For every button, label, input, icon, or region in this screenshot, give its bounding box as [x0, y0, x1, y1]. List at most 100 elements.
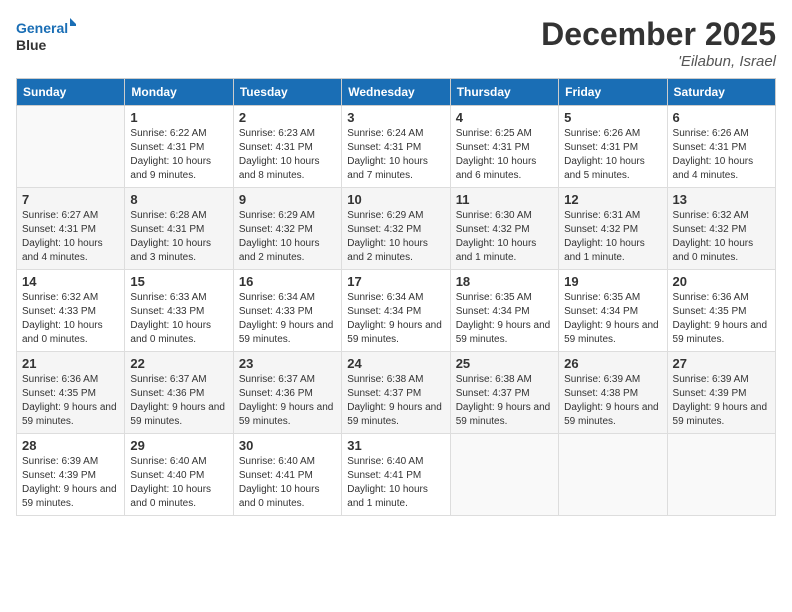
day-number: 16 — [239, 274, 336, 289]
day-number: 13 — [673, 192, 770, 207]
day-number: 9 — [239, 192, 336, 207]
day-info: Sunrise: 6:40 AM Sunset: 4:41 PM Dayligh… — [239, 455, 336, 511]
day-info: Sunrise: 6:22 AM Sunset: 4:31 PM Dayligh… — [130, 127, 227, 183]
day-number: 3 — [347, 110, 444, 125]
calendar-cell: 19Sunrise: 6:35 AM Sunset: 4:34 PM Dayli… — [559, 270, 667, 352]
calendar-cell: 29 Sunrise: 6:40 AM Sunset: 4:40 PM Dayli… — [125, 434, 233, 516]
calendar-cell — [667, 434, 775, 516]
day-info: Sunrise: 6:40 AM Sunset: 4:40 PM Dayligh… — [130, 455, 227, 511]
day-info: Sunrise: 6:34 AM Sunset: 4:34 PM Dayligh… — [347, 291, 444, 347]
calendar-cell: 24Sunrise: 6:38 AM Sunset: 4:37 PM Dayli… — [342, 352, 450, 434]
day-number: 17 — [347, 274, 444, 289]
day-info: Sunrise: 6:26 AM Sunset: 4:31 PM Dayligh… — [564, 127, 661, 183]
calendar-cell: 16 Sunrise: 6:34 AM Sunset: 4:33 PM Dayli… — [233, 270, 341, 352]
day-number: 23 — [239, 356, 336, 371]
calendar-cell — [450, 434, 558, 516]
day-info: Sunrise: 6:29 AM Sunset: 4:32 PM Dayligh… — [347, 209, 444, 265]
day-number: 14 — [22, 274, 119, 289]
calendar-cell: 11 Sunrise: 6:30 AM Sunset: 4:32 PM Dayli… — [450, 188, 558, 270]
day-number: 26 — [564, 356, 661, 371]
calendar-cell: 21 Sunrise: 6:36 AM Sunset: 4:35 PM Dayli… — [17, 352, 125, 434]
calendar-cell: 15 Sunrise: 6:33 AM Sunset: 4:33 PM Dayli… — [125, 270, 233, 352]
day-info: Sunrise: 6:26 AM Sunset: 4:31 PM Dayligh… — [673, 127, 770, 183]
day-info: Sunrise: 6:28 AM Sunset: 4:31 PM Dayligh… — [130, 209, 227, 265]
day-number: 20 — [673, 274, 770, 289]
weekday-header-wednesday: Wednesday — [342, 79, 450, 106]
calendar-cell: 10 Sunrise: 6:29 AM Sunset: 4:32 PM Dayli… — [342, 188, 450, 270]
weekday-header-tuesday: Tuesday — [233, 79, 341, 106]
day-number: 29 — [130, 438, 227, 453]
calendar-cell: 25Sunrise: 6:38 AM Sunset: 4:37 PM Dayli… — [450, 352, 558, 434]
day-info: Sunrise: 6:33 AM Sunset: 4:33 PM Dayligh… — [130, 291, 227, 347]
calendar-cell: 5 Sunrise: 6:26 AM Sunset: 4:31 PM Daylig… — [559, 106, 667, 188]
calendar-cell: 28Sunrise: 6:39 AM Sunset: 4:39 PM Dayli… — [17, 434, 125, 516]
title-block: December 2025 'Eilabun, Israel — [541, 16, 776, 70]
day-number: 15 — [130, 274, 227, 289]
day-info: Sunrise: 6:36 AM Sunset: 4:35 PM Dayligh… — [22, 373, 119, 429]
calendar-cell: 14 Sunrise: 6:32 AM Sunset: 4:33 PM Dayli… — [17, 270, 125, 352]
weekday-header-sunday: Sunday — [17, 79, 125, 106]
week-row-1: 1 Sunrise: 6:22 AM Sunset: 4:31 PM Daylig… — [17, 106, 776, 188]
calendar-cell: 6 Sunrise: 6:26 AM Sunset: 4:31 PM Daylig… — [667, 106, 775, 188]
calendar-cell: 12Sunrise: 6:31 AM Sunset: 4:32 PM Dayli… — [559, 188, 667, 270]
day-number: 25 — [456, 356, 553, 371]
calendar-cell: 23 Sunrise: 6:37 AM Sunset: 4:36 PM Dayli… — [233, 352, 341, 434]
day-number: 10 — [347, 192, 444, 207]
day-number: 8 — [130, 192, 227, 207]
calendar-cell: 9 Sunrise: 6:29 AM Sunset: 4:32 PM Daylig… — [233, 188, 341, 270]
day-number: 21 — [22, 356, 119, 371]
day-info: Sunrise: 6:34 AM Sunset: 4:33 PM Dayligh… — [239, 291, 336, 347]
day-number: 11 — [456, 192, 553, 207]
calendar-cell: 4 Sunrise: 6:25 AM Sunset: 4:31 PM Daylig… — [450, 106, 558, 188]
calendar-cell: 18 Sunrise: 6:35 AM Sunset: 4:34 PM Dayli… — [450, 270, 558, 352]
location: 'Eilabun, Israel — [541, 53, 776, 70]
calendar-cell: 30 Sunrise: 6:40 AM Sunset: 4:41 PM Dayli… — [233, 434, 341, 516]
day-info: Sunrise: 6:25 AM Sunset: 4:31 PM Dayligh… — [456, 127, 553, 183]
calendar-cell: 31 Sunrise: 6:40 AM Sunset: 4:41 PM Dayli… — [342, 434, 450, 516]
day-number: 6 — [673, 110, 770, 125]
day-info: Sunrise: 6:30 AM Sunset: 4:32 PM Dayligh… — [456, 209, 553, 265]
day-number: 27 — [673, 356, 770, 371]
weekday-header-saturday: Saturday — [667, 79, 775, 106]
day-info: Sunrise: 6:24 AM Sunset: 4:31 PM Dayligh… — [347, 127, 444, 183]
day-number: 22 — [130, 356, 227, 371]
month-title: December 2025 — [541, 16, 776, 53]
week-row-2: 7Sunrise: 6:27 AM Sunset: 4:31 PM Daylig… — [17, 188, 776, 270]
calendar-cell: 26Sunrise: 6:39 AM Sunset: 4:38 PM Dayli… — [559, 352, 667, 434]
day-number: 31 — [347, 438, 444, 453]
calendar-cell: 1 Sunrise: 6:22 AM Sunset: 4:31 PM Daylig… — [125, 106, 233, 188]
logo: General Blue — [16, 16, 76, 54]
day-number: 30 — [239, 438, 336, 453]
day-info: Sunrise: 6:37 AM Sunset: 4:36 PM Dayligh… — [130, 373, 227, 429]
day-number: 18 — [456, 274, 553, 289]
weekday-header-monday: Monday — [125, 79, 233, 106]
svg-text:General: General — [16, 20, 68, 36]
day-info: Sunrise: 6:36 AM Sunset: 4:35 PM Dayligh… — [673, 291, 770, 347]
calendar-cell: 2Sunrise: 6:23 AM Sunset: 4:31 PM Daylig… — [233, 106, 341, 188]
calendar-cell — [17, 106, 125, 188]
day-info: Sunrise: 6:40 AM Sunset: 4:41 PM Dayligh… — [347, 455, 444, 511]
day-number: 5 — [564, 110, 661, 125]
day-info: Sunrise: 6:39 AM Sunset: 4:39 PM Dayligh… — [673, 373, 770, 429]
day-info: Sunrise: 6:35 AM Sunset: 4:34 PM Dayligh… — [456, 291, 553, 347]
calendar-cell: 22 Sunrise: 6:37 AM Sunset: 4:36 PM Dayli… — [125, 352, 233, 434]
week-row-4: 21 Sunrise: 6:36 AM Sunset: 4:35 PM Dayli… — [17, 352, 776, 434]
page-header: General Blue December 2025 'Eilabun, Isr… — [16, 16, 776, 70]
calendar-cell: 7Sunrise: 6:27 AM Sunset: 4:31 PM Daylig… — [17, 188, 125, 270]
calendar-cell: 13 Sunrise: 6:32 AM Sunset: 4:32 PM Dayli… — [667, 188, 775, 270]
logo-svg: General Blue — [16, 16, 76, 54]
day-info: Sunrise: 6:29 AM Sunset: 4:32 PM Dayligh… — [239, 209, 336, 265]
day-info: Sunrise: 6:39 AM Sunset: 4:39 PM Dayligh… — [22, 455, 119, 511]
calendar-cell: 27 Sunrise: 6:39 AM Sunset: 4:39 PM Dayli… — [667, 352, 775, 434]
day-info: Sunrise: 6:32 AM Sunset: 4:32 PM Dayligh… — [673, 209, 770, 265]
weekday-header-row: SundayMondayTuesdayWednesdayThursdayFrid… — [17, 79, 776, 106]
week-row-3: 14 Sunrise: 6:32 AM Sunset: 4:33 PM Dayli… — [17, 270, 776, 352]
day-info: Sunrise: 6:27 AM Sunset: 4:31 PM Dayligh… — [22, 209, 119, 265]
calendar-cell: 3 Sunrise: 6:24 AM Sunset: 4:31 PM Daylig… — [342, 106, 450, 188]
svg-text:Blue: Blue — [16, 37, 47, 53]
day-info: Sunrise: 6:37 AM Sunset: 4:36 PM Dayligh… — [239, 373, 336, 429]
day-info: Sunrise: 6:32 AM Sunset: 4:33 PM Dayligh… — [22, 291, 119, 347]
day-info: Sunrise: 6:23 AM Sunset: 4:31 PM Dayligh… — [239, 127, 336, 183]
day-number: 4 — [456, 110, 553, 125]
day-number: 1 — [130, 110, 227, 125]
